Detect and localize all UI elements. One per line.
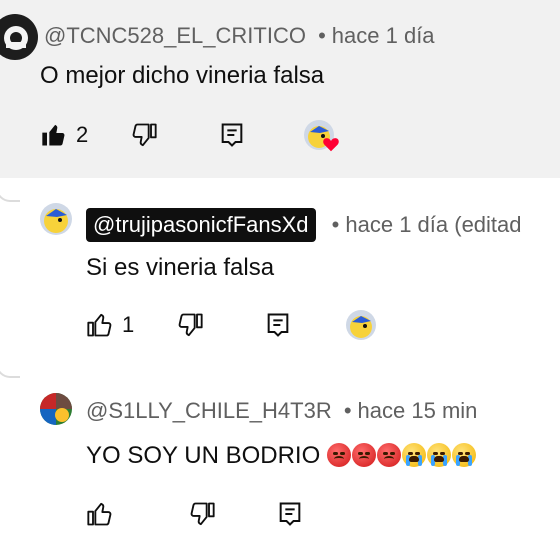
reply-icon bbox=[279, 502, 301, 526]
comment-text-content: YO SOY UN BODRIO bbox=[86, 442, 321, 469]
dark-avatar-icon bbox=[4, 26, 28, 50]
bird-avatar-icon bbox=[44, 209, 68, 233]
reply-icon bbox=[221, 123, 243, 147]
comment-text: O mejor dicho vineria falsa bbox=[40, 62, 325, 89]
bird-avatar-icon bbox=[350, 316, 373, 338]
author-avatar[interactable] bbox=[40, 203, 72, 235]
separator-dot: • bbox=[318, 23, 326, 48]
comment-actions: 1 bbox=[86, 310, 377, 340]
thumbs-up-filled-icon bbox=[42, 124, 65, 146]
angry-face-icon bbox=[351, 443, 376, 467]
heart-icon bbox=[323, 138, 340, 152]
reply-icon bbox=[267, 313, 289, 337]
creator-heart-badge bbox=[304, 120, 340, 152]
comment-text: Si es vineria falsa bbox=[86, 254, 275, 281]
comment-header: @S1LLY_CHILE_H4T3R • hace 15 min bbox=[86, 398, 477, 424]
dislike-button[interactable] bbox=[176, 311, 204, 339]
crying-face-icon bbox=[401, 443, 426, 467]
comment-text: YO SOY UN BODRIO bbox=[86, 442, 477, 470]
thumbs-up-icon bbox=[87, 502, 112, 526]
like-count: 1 bbox=[122, 312, 135, 337]
reply-button[interactable] bbox=[264, 311, 292, 339]
thumbs-up-icon bbox=[87, 313, 112, 337]
reply-button[interactable] bbox=[218, 121, 246, 149]
timestamp[interactable]: hace 1 día (editad bbox=[345, 212, 521, 237]
comment-header: @TCNC528_EL_CRITICO • hace 1 día bbox=[44, 23, 435, 49]
crying-face-icon bbox=[451, 443, 476, 467]
thumbs-down-icon bbox=[178, 313, 203, 337]
angry-face-icon bbox=[376, 443, 401, 467]
separator-dot: • bbox=[343, 398, 352, 423]
like-count: 2 bbox=[76, 122, 89, 147]
creator-avatar bbox=[346, 310, 377, 340]
angry-face-icon bbox=[326, 443, 351, 467]
comment-actions: 2 bbox=[40, 120, 340, 152]
author-avatar[interactable] bbox=[0, 14, 38, 60]
like-button[interactable] bbox=[86, 500, 114, 528]
creator-avatar-image bbox=[346, 310, 377, 340]
like-button[interactable]: 2 bbox=[40, 121, 88, 149]
dislike-button[interactable] bbox=[188, 500, 216, 528]
comment-header: @trujipasonicfFansXd • hace 1 día (editad bbox=[86, 208, 522, 242]
reply-comment: @trujipasonicfFansXd • hace 1 día (editad… bbox=[0, 178, 560, 356]
thread-connector bbox=[0, 356, 20, 378]
colorful-avatar-icon bbox=[40, 393, 72, 425]
timestamp[interactable]: hace 15 min bbox=[358, 398, 478, 423]
reply-comment: @S1LLY_CHILE_H4T3R • hace 15 min YO SOY U… bbox=[0, 356, 560, 560]
thumbs-down-icon bbox=[190, 502, 215, 526]
dislike-button[interactable] bbox=[130, 121, 158, 149]
like-button[interactable]: 1 bbox=[86, 311, 134, 339]
thread-connector bbox=[0, 178, 20, 202]
crying-face-icon bbox=[426, 443, 451, 467]
comment-highlighted: @TCNC528_EL_CRITICO • hace 1 día O mejor … bbox=[0, 0, 560, 178]
separator-dot: • bbox=[331, 212, 340, 237]
author-handle[interactable]: @S1LLY_CHILE_H4T3R bbox=[86, 398, 332, 423]
author-handle[interactable]: @TCNC528_EL_CRITICO bbox=[44, 23, 306, 48]
emoji-sequence bbox=[326, 442, 477, 469]
reply-button[interactable] bbox=[276, 500, 304, 528]
author-avatar[interactable] bbox=[40, 393, 72, 425]
comment-actions bbox=[86, 500, 304, 528]
timestamp[interactable]: hace 1 día bbox=[332, 23, 435, 48]
author-handle-chip[interactable]: @trujipasonicfFansXd bbox=[86, 208, 316, 242]
thumbs-down-icon bbox=[132, 123, 157, 147]
